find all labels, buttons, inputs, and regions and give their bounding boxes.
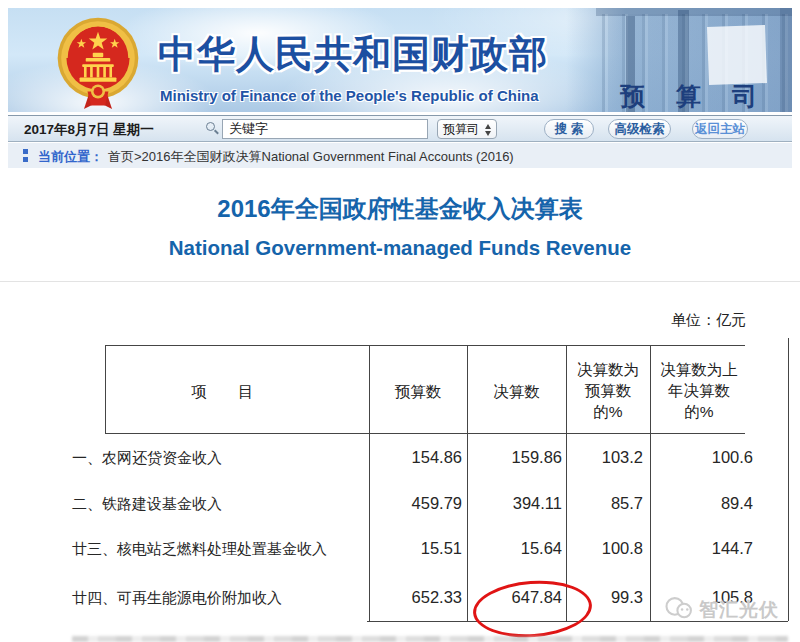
site-title-cn: 中华人民共和国财政部: [158, 29, 548, 80]
return-home-button[interactable]: 返回主站: [692, 119, 748, 139]
highlight-circle: [471, 577, 594, 641]
national-emblem-icon: [54, 16, 142, 112]
row-item: 二、铁路建设基金收入: [72, 495, 222, 514]
page: 中华人民共和国财政部 Ministry of Finance of the Pe…: [0, 0, 800, 642]
row-pct-prev: 144.7: [633, 539, 753, 558]
col-header-item: 项 目: [105, 382, 340, 403]
row-pct-budget: 100.8: [523, 539, 643, 558]
col-header-final: 决算数: [467, 382, 566, 403]
select-arrows-icon: [485, 124, 492, 136]
date-text: 2017年8月7日 星期一: [24, 121, 154, 139]
divider: [0, 281, 800, 282]
unit-note: 单位：亿元: [596, 311, 746, 330]
breadcrumb-path[interactable]: 首页>2016年全国财政决算National Government Final …: [108, 148, 514, 166]
row-item: 廿四、可再生能源电价附加收入: [72, 589, 282, 608]
row-pct-prev: 89.4: [633, 494, 753, 513]
search-input[interactable]: [222, 119, 428, 139]
col-header-pct-budget: 决算数为 预算数 的%: [566, 359, 650, 422]
site-title-en: Ministry of Finance of the People's Repu…: [160, 87, 539, 104]
row-pct-prev: 100.6: [633, 448, 753, 467]
doc-title-en: National Government-managed Funds Revenu…: [0, 236, 800, 260]
scope-select[interactable]: 预算司: [437, 119, 497, 139]
row-pct-budget: 85.7: [523, 494, 643, 513]
location-marker-icon: [23, 149, 28, 162]
table-line: [105, 433, 745, 434]
row-pct-budget: 103.2: [523, 448, 643, 467]
table-line: [105, 345, 745, 346]
breadcrumb: 当前位置： 首页>2016年全国财政决算National Government …: [8, 143, 792, 168]
watermark-text: 智汇光伏: [699, 597, 779, 623]
doc-title-cn: 2016年全国政府性基金收入决算表: [0, 193, 800, 225]
col-header-budget: 预算数: [369, 382, 467, 403]
search-button[interactable]: 搜 索: [544, 119, 594, 139]
watermark-logo-icon: [663, 595, 697, 622]
col-header-pct-prev: 决算数为上 年决算数 的%: [650, 359, 748, 422]
toolbar: 2017年8月7日 星期一 预算司 搜 索 高级检索 返回主站: [8, 115, 792, 142]
table-line: [788, 338, 789, 621]
breadcrumb-label: 当前位置：: [38, 148, 103, 166]
search-icon: [206, 122, 215, 131]
department-name: 预 算 司: [620, 80, 769, 112]
site-banner: 中华人民共和国财政部 Ministry of Finance of the Pe…: [8, 8, 792, 112]
scope-select-value: 预算司: [443, 122, 479, 136]
row-item: 廿三、核电站乏燃料处理处置基金收入: [72, 540, 327, 559]
row-item: 一、农网还贷资金收入: [72, 449, 222, 468]
advanced-search-button[interactable]: 高级检索: [608, 119, 671, 139]
cutoff-blur: [72, 636, 788, 642]
